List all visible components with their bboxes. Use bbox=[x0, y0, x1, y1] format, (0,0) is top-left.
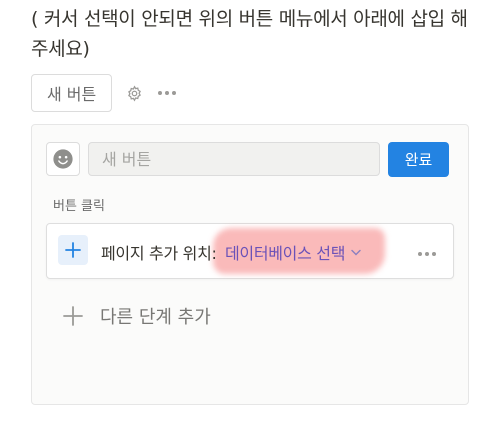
more-horizontal-icon[interactable] bbox=[417, 242, 437, 261]
add-step-label: 다른 단계 추가 bbox=[100, 307, 211, 328]
database-select[interactable]: 데이터베이스 선택 bbox=[225, 240, 361, 264]
section-label: 버튼 클릭 bbox=[53, 199, 105, 214]
plus-icon[interactable] bbox=[58, 235, 88, 265]
button-config-panel: 완료 버튼 클릭 페이지 추가 위치: 데이터베이스 선택 bbox=[31, 124, 469, 405]
step-card[interactable]: 페이지 추가 위치: 데이터베이스 선택 bbox=[46, 223, 454, 279]
step-action-text: 페이지 추가 위치: bbox=[101, 244, 217, 263]
new-button-preview[interactable]: 새 버튼 bbox=[31, 74, 113, 112]
plus-icon bbox=[63, 306, 83, 326]
button-preview-row: 새 버튼 bbox=[31, 73, 177, 113]
notion-button-editor: ( 커서 선택이 안되면 위의 버튼 메뉴에서 아래에 삽입 해주세요) 새 버… bbox=[0, 0, 500, 434]
database-select-label: 데이터베이스 선택 bbox=[225, 244, 346, 263]
smiley-icon bbox=[53, 149, 73, 169]
button-name-row: 완료 bbox=[46, 141, 454, 177]
emoji-picker-button[interactable] bbox=[46, 142, 80, 176]
chevron-down-icon bbox=[351, 249, 361, 255]
add-step-button[interactable]: 다른 단계 추가 bbox=[62, 303, 211, 329]
instruction-text: ( 커서 선택이 안되면 위의 버튼 메뉴에서 아래에 삽입 해주세요) bbox=[31, 8, 468, 60]
gear-icon[interactable] bbox=[126, 84, 143, 102]
more-horizontal-icon[interactable] bbox=[157, 90, 177, 96]
done-button[interactable]: 완료 bbox=[388, 141, 449, 177]
button-name-input[interactable] bbox=[88, 142, 380, 176]
